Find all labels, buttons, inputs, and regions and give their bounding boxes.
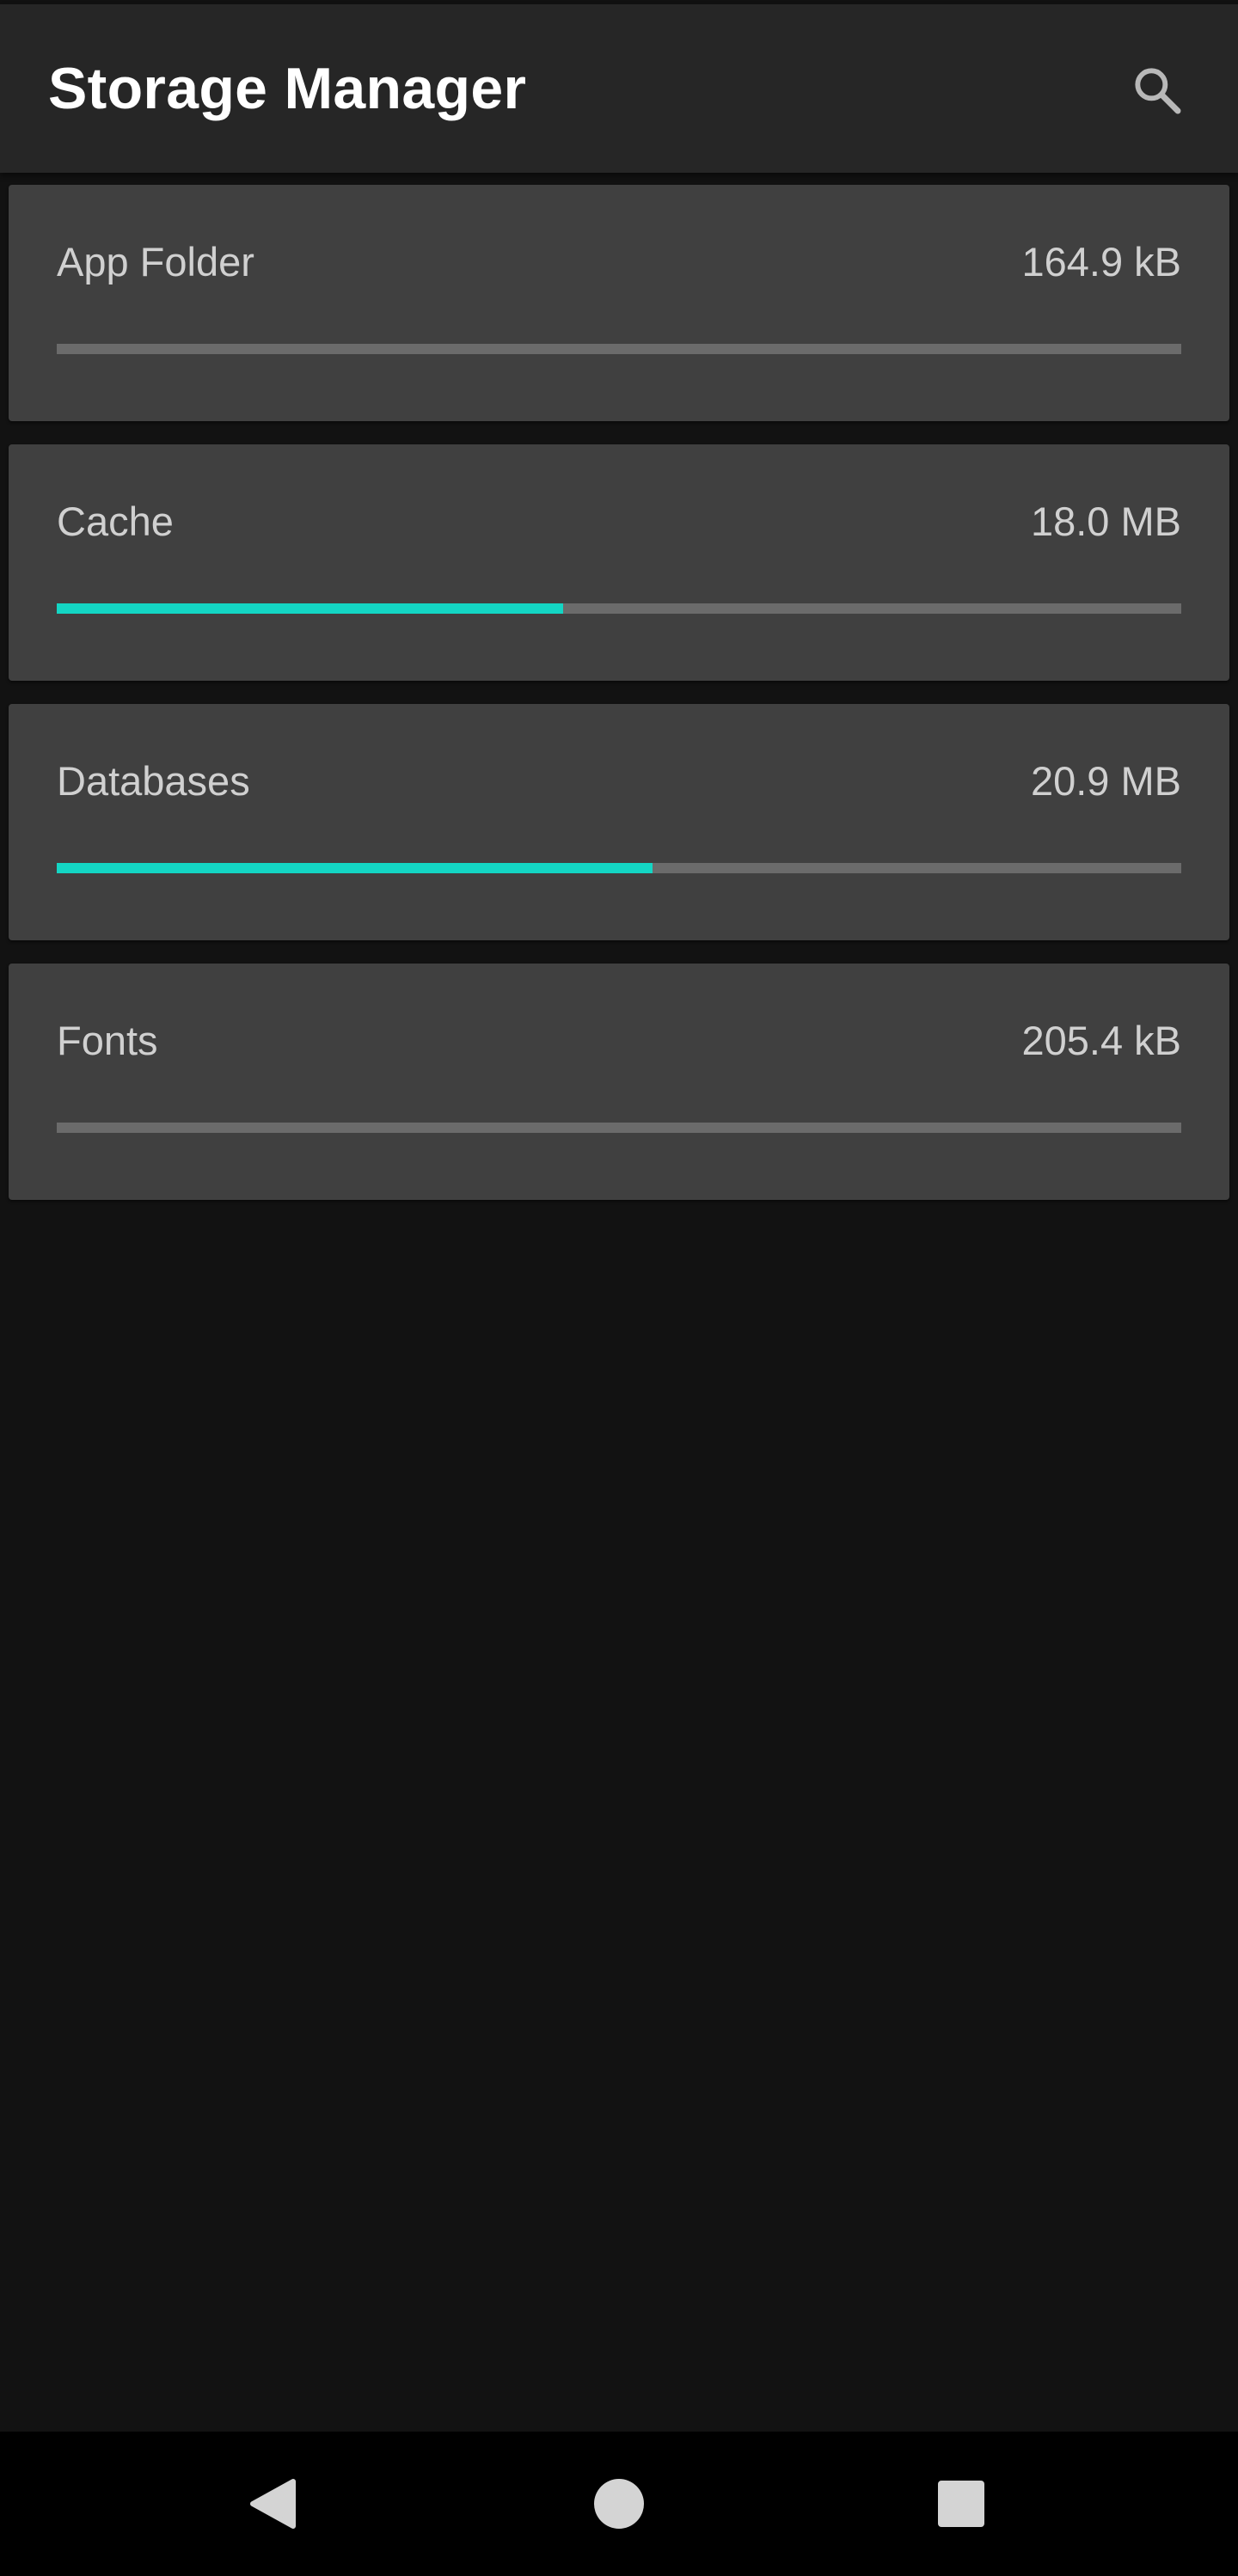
storage-item-label: Fonts: [57, 1018, 158, 1063]
home-button[interactable]: [576, 2461, 662, 2547]
search-icon: [1135, 68, 1181, 114]
page-title: Storage Manager: [48, 56, 527, 121]
home-circle-icon: [594, 2479, 644, 2529]
storage-item-size: 20.9 MB: [1030, 758, 1181, 804]
search-button[interactable]: [1123, 56, 1192, 125]
back-triangle-icon: [250, 2479, 296, 2529]
storage-item-fonts[interactable]: Fonts 205.4 kB: [9, 964, 1229, 1200]
back-button[interactable]: [233, 2461, 319, 2547]
system-navigation-bar: [0, 2432, 1238, 2576]
usage-progress-bar: [57, 863, 1181, 873]
storage-item-size: 18.0 MB: [1030, 499, 1181, 544]
app-bar: Storage Manager: [0, 4, 1238, 173]
storage-item-cache[interactable]: Cache 18.0 MB: [9, 444, 1229, 681]
recents-square-icon: [938, 2481, 984, 2527]
usage-progress-bar: [57, 344, 1181, 354]
storage-item-databases[interactable]: Databases 20.9 MB: [9, 704, 1229, 940]
storage-item-app-folder[interactable]: App Folder 164.9 kB: [9, 185, 1229, 421]
usage-progress-fill: [57, 603, 563, 614]
storage-item-label: App Folder: [57, 239, 254, 285]
storage-item-label: Databases: [57, 758, 250, 804]
usage-progress-bar: [57, 1123, 1181, 1133]
usage-progress-fill: [57, 863, 653, 873]
storage-item-size: 164.9 kB: [1021, 239, 1181, 285]
recents-button[interactable]: [918, 2461, 1004, 2547]
usage-progress-bar: [57, 603, 1181, 614]
storage-item-size: 205.4 kB: [1021, 1018, 1181, 1063]
storage-item-label: Cache: [57, 499, 174, 544]
